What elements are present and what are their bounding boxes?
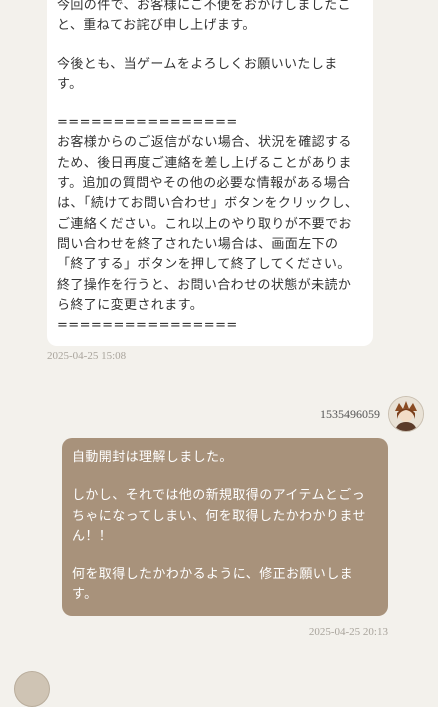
- support-message-bubble: 今回の件で、お客様にご不便をおかけしましたこと、重ねてお詫び申し上げます。 今後…: [47, 0, 373, 347]
- support-avatar[interactable]: [14, 671, 50, 707]
- chat-log: 今回の件で、お客様にご不便をおかけしましたこと、重ねてお詫び申し上げます。 今後…: [0, 0, 438, 707]
- support-message-timestamp: 2025-04-25 15:08: [47, 350, 127, 362]
- user-avatar[interactable]: [388, 396, 424, 432]
- user-id: 1535496059: [320, 406, 380, 421]
- support-message-paragraph: 今回の件で、お客様にご不便をおかけしましたこと、重ねてお詫び申し上げます。: [57, 0, 352, 34]
- support-message-paragraph: 今後とも、当ゲームをよろしくお願いいたします。: [57, 56, 338, 92]
- user-message-paragraph: 何を取得したかわかるように、修正お願いします。: [72, 567, 354, 603]
- user-message-timestamp: 2025-04-25 20:13: [308, 626, 388, 638]
- user-avatar-image: [389, 397, 423, 431]
- user-message-paragraph: 自動開封は理解しました。: [72, 450, 233, 465]
- user-header: 1535496059: [320, 396, 424, 432]
- support-message-paragraph: ================ お客様からのご返信がない場合、状況を確認するた…: [57, 115, 359, 334]
- user-message-paragraph: しかし、それでは他の新規取得のアイテムとごっちゃになってしまい、何を取得したかわ…: [72, 488, 366, 544]
- user-message-bubble: 自動開封は理解しました。 しかし、それでは他の新規取得のアイテムとごっちゃになっ…: [62, 438, 388, 616]
